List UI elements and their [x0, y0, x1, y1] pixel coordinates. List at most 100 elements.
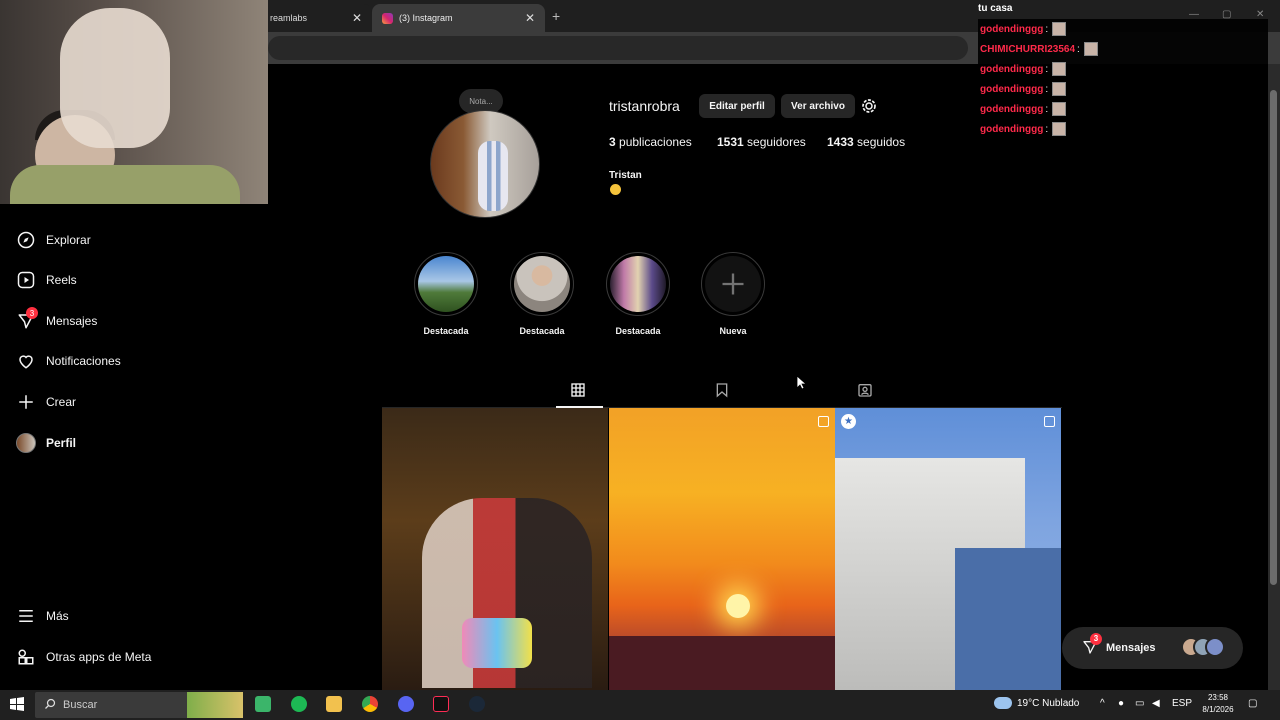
post-thumbnail[interactable]: ★ — [835, 408, 1061, 690]
sidebar-item-label: Más — [46, 609, 69, 623]
weather-text[interactable]: 19°C Nublado — [1017, 698, 1079, 709]
time: 23:58 — [1207, 693, 1229, 702]
highlight-label: Destacada — [423, 326, 469, 336]
sidebar-item-notificaciones[interactable]: Notificaciones — [16, 350, 121, 372]
browser-tab-streamlabs[interactable]: reamlabs ✕ — [260, 4, 372, 32]
messenger-icon: 3 — [1082, 632, 1102, 658]
reels-icon — [16, 270, 36, 290]
highlight-item[interactable]: Destacada — [510, 252, 574, 336]
chat-username: godendinggg — [980, 63, 1044, 75]
settings-gear-icon[interactable] — [860, 97, 878, 115]
messages-float-button[interactable]: 3 Mensajes — [1062, 627, 1243, 669]
emote-icon — [1052, 22, 1067, 36]
clock[interactable]: 23:58 8/1/2026 — [1198, 692, 1238, 716]
date: 8/1/2026 — [1202, 705, 1234, 714]
new-highlight-button[interactable]: Nueva — [701, 252, 765, 336]
discord-app-icon[interactable] — [398, 696, 414, 712]
chat-message: godendinggg: — [978, 19, 1268, 39]
posts-count[interactable]: 3 publicaciones — [609, 135, 692, 149]
notification-badge: 3 — [1090, 632, 1102, 645]
chrome-app-icon[interactable] — [362, 696, 378, 712]
note-text: Nota... — [469, 96, 493, 106]
sidebar-item-mas[interactable]: Más — [16, 605, 69, 627]
pinned-star-icon: ★ — [841, 414, 856, 429]
instagram-favicon-icon — [382, 12, 393, 24]
sidebar-item-mensajes[interactable]: 3 Mensajes — [16, 307, 98, 332]
browser-tab-instagram[interactable]: (3) Instagram ✕ — [372, 4, 545, 32]
sidebar-item-explorar[interactable]: Explorar — [16, 229, 91, 251]
tagged-icon[interactable] — [857, 382, 875, 400]
plus-icon — [16, 392, 36, 412]
close-tab-icon[interactable]: ✕ — [352, 11, 362, 25]
mouse-cursor-icon — [797, 376, 807, 390]
view-archive-button[interactable]: Ver archivo — [781, 94, 855, 118]
emote-icon — [1052, 102, 1067, 116]
chat-separator: : — [1045, 103, 1049, 115]
heart-icon — [16, 351, 36, 371]
keyboard-language[interactable]: ESP — [1172, 698, 1192, 709]
streamlabs-app-icon[interactable] — [255, 696, 271, 712]
webcam-overlay — [0, 0, 268, 204]
sidebar-item-label: Explorar — [46, 233, 91, 247]
search-icon — [44, 698, 56, 713]
profile-full-name: Tristan — [609, 170, 642, 181]
posts-grid-icon[interactable] — [570, 382, 588, 400]
chat-separator: : — [1077, 43, 1080, 55]
sidebar-item-label: Reels — [46, 273, 77, 287]
sidebar-item-perfil[interactable]: Perfil — [16, 432, 76, 454]
tiktok-app-icon[interactable] — [433, 696, 449, 712]
chat-message: CHIMICHURRI23564: — [978, 39, 1268, 59]
new-tab-button[interactable]: + — [552, 8, 560, 24]
chat-separator: : — [1045, 63, 1049, 75]
chat-username: godendinggg — [980, 23, 1044, 35]
notifications-icon[interactable]: ▢ — [1248, 698, 1257, 709]
following-count[interactable]: 1433 seguidos — [827, 135, 905, 149]
steam-app-icon[interactable] — [469, 696, 485, 712]
close-tab-icon[interactable]: ✕ — [525, 11, 535, 25]
messages-label: Mensajes — [1106, 642, 1156, 654]
plus-icon — [705, 256, 761, 312]
tray-chevron-icon[interactable]: ^ — [1100, 698, 1105, 709]
highlight-cover — [610, 256, 666, 312]
emote-icon — [1052, 82, 1067, 96]
search-highlight-image — [187, 692, 243, 718]
highlight-label: Destacada — [519, 326, 565, 336]
avatar — [16, 433, 36, 453]
saved-bookmark-icon[interactable] — [714, 382, 732, 400]
profile-avatar[interactable] — [430, 110, 540, 218]
edit-profile-button[interactable]: Editar perfil — [699, 94, 775, 118]
volume-icon[interactable]: ◀ — [1152, 698, 1160, 709]
address-bar[interactable] — [268, 36, 968, 60]
sidebar-item-crear[interactable]: Crear — [16, 391, 76, 413]
post-thumbnail[interactable] — [609, 408, 835, 690]
microphone-icon[interactable]: ● — [1118, 698, 1124, 709]
post-thumbnail[interactable] — [382, 408, 608, 690]
windows-start-icon[interactable] — [10, 697, 24, 711]
sidebar-item-label: Mensajes — [46, 314, 98, 328]
followers-count[interactable]: 1531 seguidores — [717, 135, 806, 149]
sidebar-item-otras-apps[interactable]: Otras apps de Meta — [16, 646, 151, 668]
bio-emoji-icon — [610, 184, 621, 195]
chat-message: godendinggg: — [978, 79, 1268, 99]
file-explorer-icon[interactable] — [326, 696, 342, 712]
chat-title: tu casa — [978, 3, 1013, 14]
chat-username: godendinggg — [980, 103, 1044, 115]
chat-username: godendinggg — [980, 123, 1044, 135]
highlight-item[interactable]: Destacada — [606, 252, 670, 336]
highlight-item[interactable]: Destacada — [414, 252, 478, 336]
following-number: 1433 — [827, 135, 854, 149]
chat-message: godendinggg: — [978, 119, 1268, 139]
spotify-app-icon[interactable] — [291, 696, 307, 712]
posts-number: 3 — [609, 135, 616, 149]
taskbar-search[interactable]: Buscar — [35, 692, 243, 718]
chat-separator: : — [1045, 123, 1049, 135]
emote-icon — [1083, 42, 1098, 56]
emote-icon — [1052, 62, 1067, 76]
scrollbar-thumb[interactable] — [1270, 90, 1277, 585]
following-label: seguidos — [857, 135, 906, 149]
sidebar-item-label: Perfil — [46, 436, 77, 450]
network-icon[interactable]: ▭ — [1135, 698, 1144, 709]
followers-label: seguidores — [747, 135, 806, 149]
sidebar-item-reels[interactable]: Reels — [16, 269, 77, 291]
emote-icon — [1052, 122, 1067, 136]
